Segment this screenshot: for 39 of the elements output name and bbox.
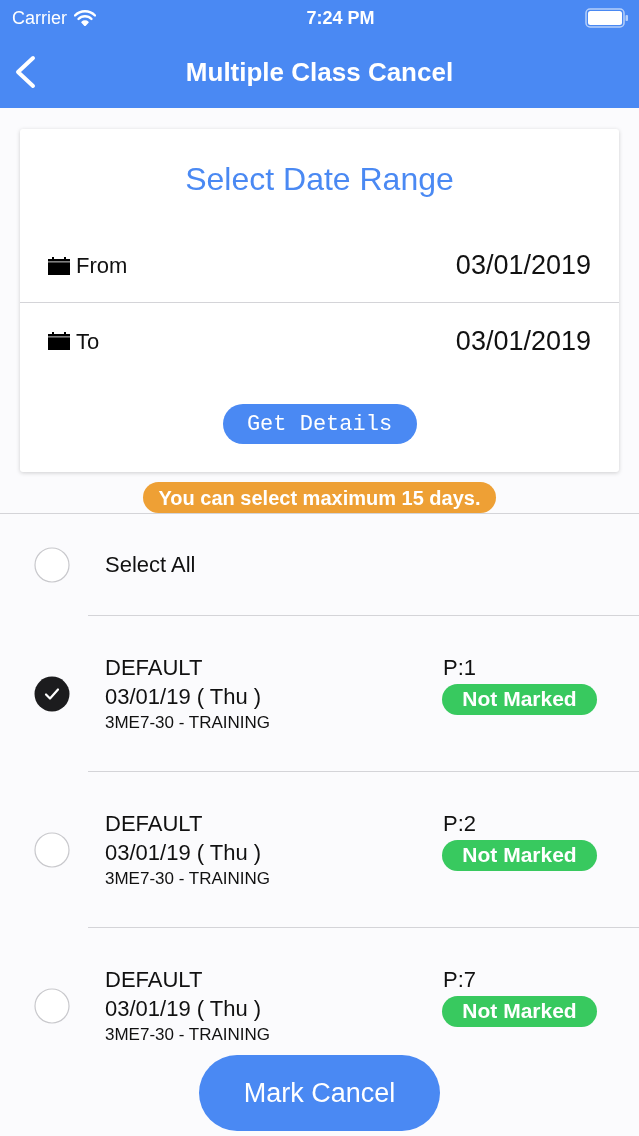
period-label: P:7 [442, 965, 477, 994]
status-time: 7:24 PM [306, 6, 375, 30]
class-row[interactable]: DEFAULT 03/01/19 ( Thu ) 3ME7-30 - TRAINING P:2 Not Marked [0, 772, 639, 927]
class-date: 03/01/19 ( Thu ) [105, 994, 263, 1023]
back-icon[interactable] [14, 55, 36, 89]
class-date: 03/01/19 ( Thu ) [105, 838, 263, 867]
card-title: Select Date Range [185, 160, 454, 199]
unchecked-circle-icon[interactable] [34, 831, 70, 868]
class-subject: 3ME7-30 - TRAINING [105, 867, 271, 890]
class-name: DEFAULT [105, 809, 204, 838]
date-field-value: 03/01/2019 [455, 249, 591, 283]
date-field-label: From [76, 252, 128, 280]
wifi-icon [74, 10, 96, 26]
class-name: DEFAULT [105, 965, 204, 994]
unchecked-circle-icon[interactable] [34, 987, 70, 1024]
period-label: P:2 [442, 809, 477, 838]
checked-circle-icon[interactable] [34, 675, 70, 712]
max-days-notice: You can select maximum 15 days. [143, 482, 496, 513]
date-field[interactable]: To 03/01/2019 [20, 303, 619, 379]
calendar-icon [48, 332, 70, 350]
status-badge: Not Marked [442, 839, 597, 871]
date-field[interactable]: From 03/01/2019 [20, 229, 619, 303]
period-label: P:1 [442, 653, 477, 682]
screen-title: Multiple Class Cancel [185, 55, 454, 89]
class-subject: 3ME7-30 - TRAINING [105, 1023, 271, 1046]
class-name: DEFAULT [105, 653, 204, 682]
date-field-value: 03/01/2019 [455, 324, 591, 358]
status-badge: Not Marked [442, 683, 597, 715]
date-field-label: To [76, 327, 100, 356]
class-subject: 3ME7-30 - TRAINING [105, 711, 271, 734]
calendar-icon [48, 256, 70, 275]
battery-icon [585, 8, 629, 28]
select-all-label: Select All [105, 551, 196, 579]
status-badge: Not Marked [442, 995, 597, 1027]
class-row[interactable]: DEFAULT 03/01/19 ( Thu ) 3ME7-30 - TRAINING P:1 Not Marked [0, 616, 639, 771]
carrier-label: Carrier [12, 6, 67, 30]
class-date: 03/01/19 ( Thu ) [105, 682, 263, 711]
unchecked-circle-icon[interactable] [34, 546, 70, 583]
select-all-row[interactable]: Select All [0, 514, 639, 615]
